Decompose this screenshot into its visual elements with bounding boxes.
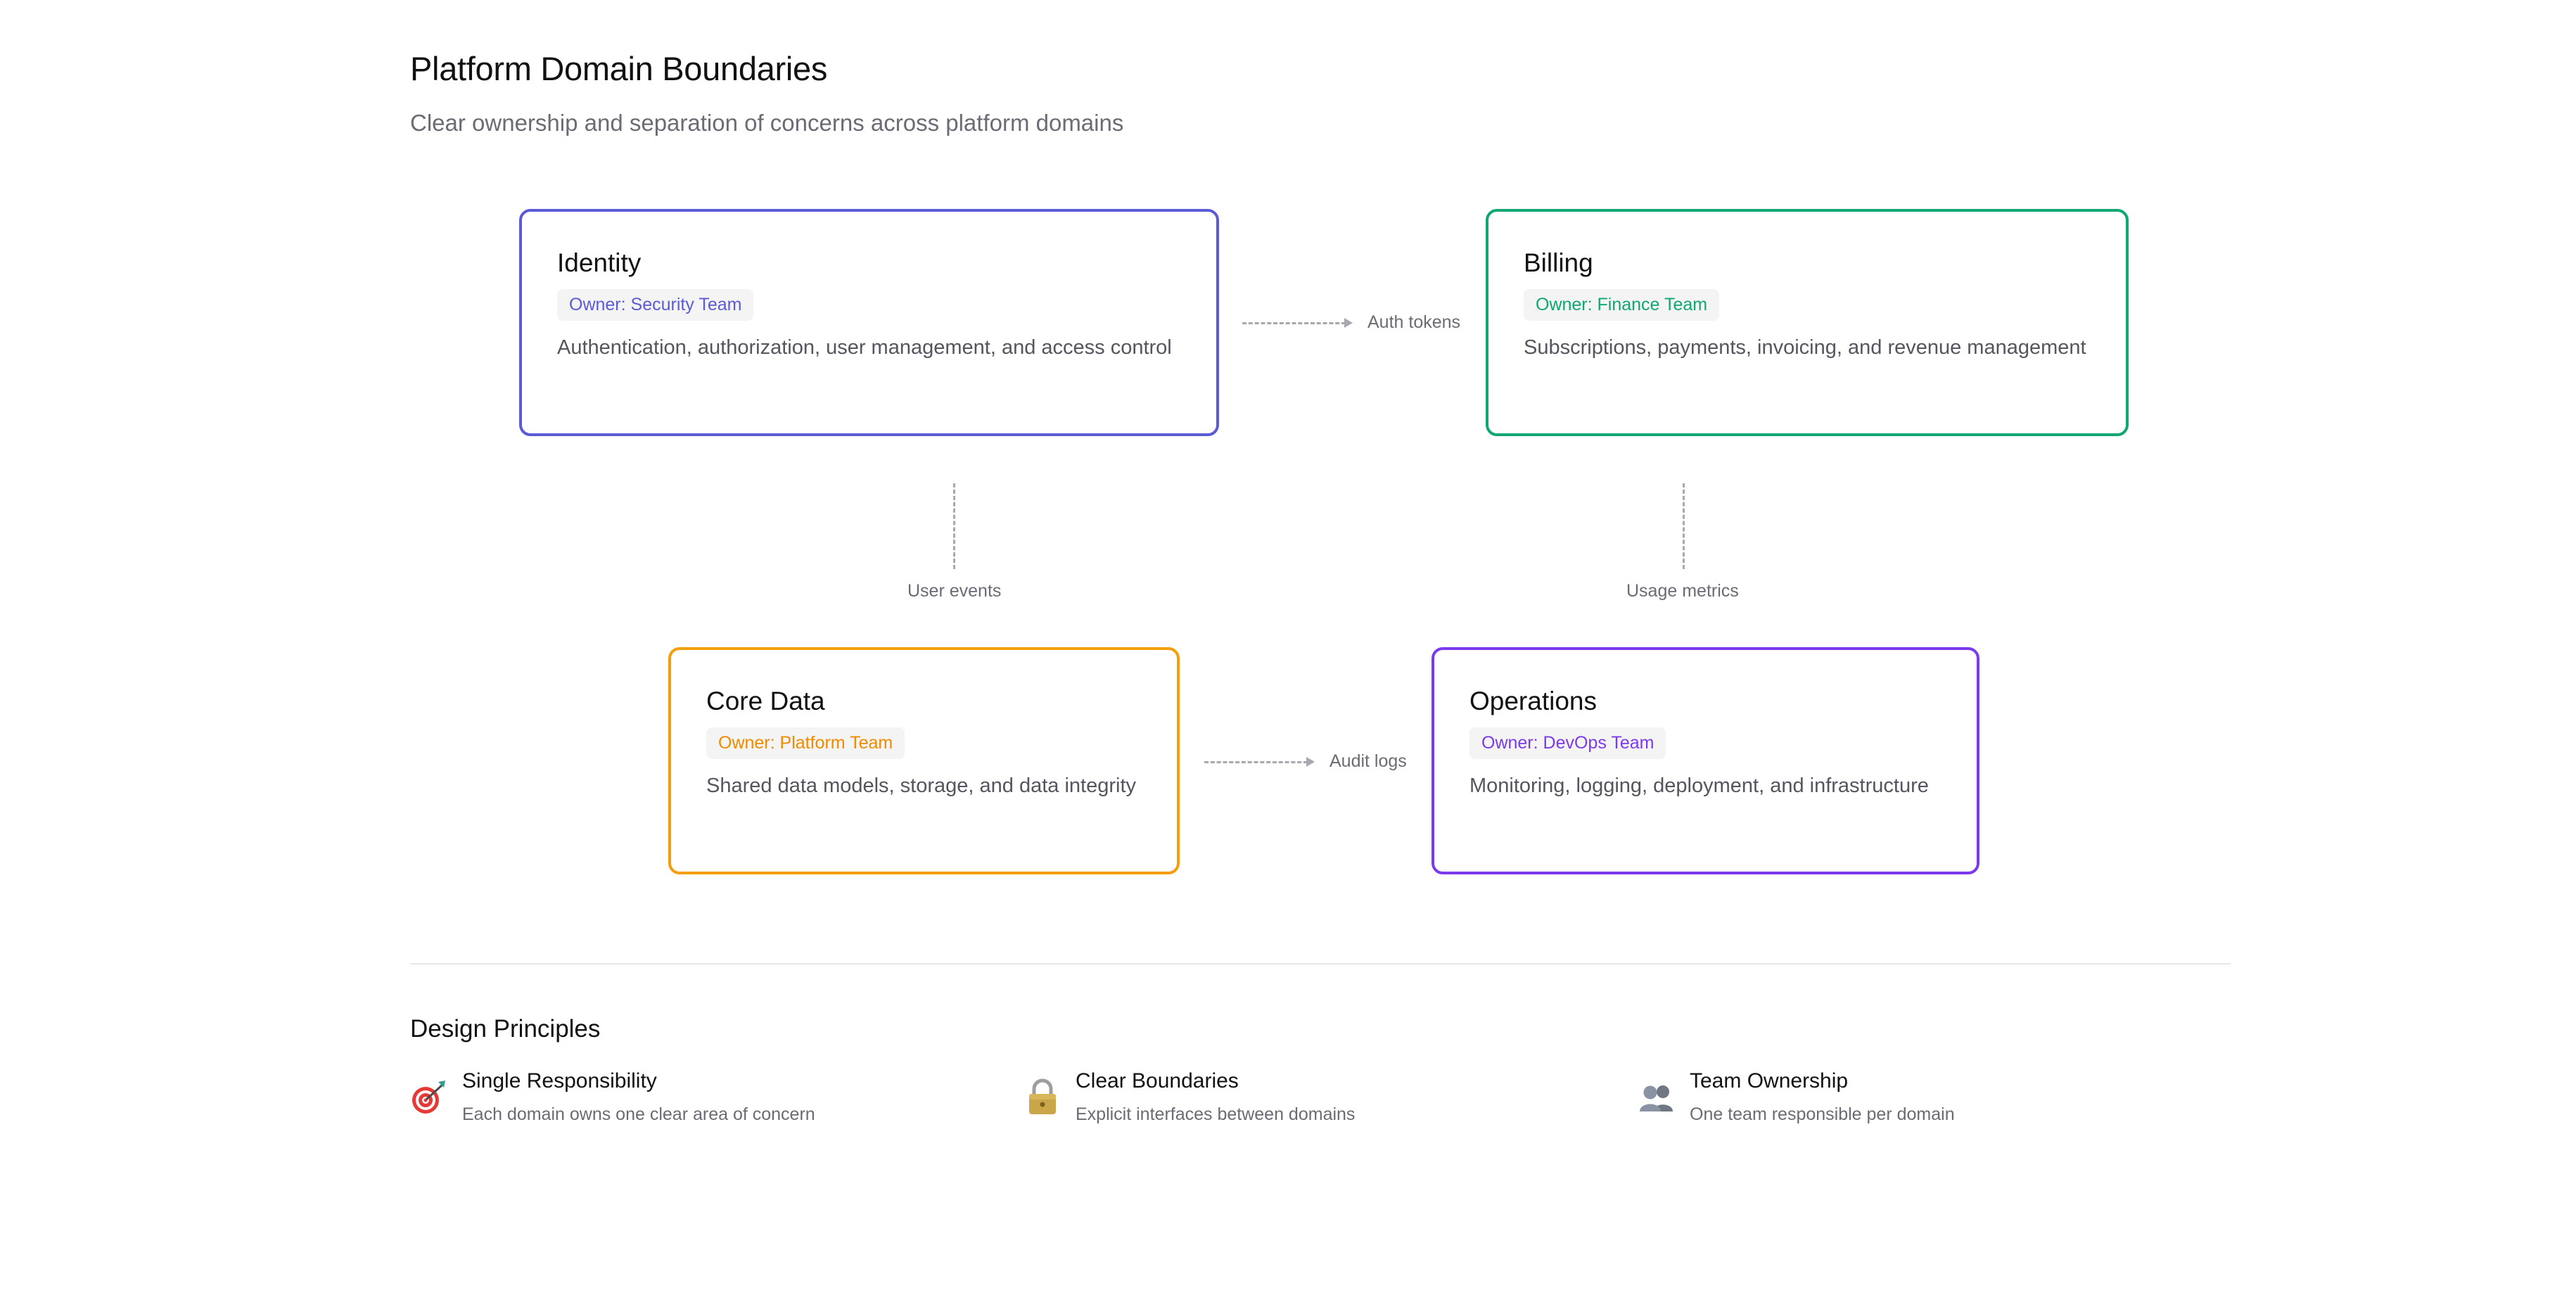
domain-card-billing: Billing Owner: Finance Team Subscription… xyxy=(1486,209,2129,436)
connector-label-audit-logs: Audit logs xyxy=(1330,751,1407,771)
domain-card-core-data: Core Data Owner: Platform Team Shared da… xyxy=(668,647,1180,874)
target-icon xyxy=(410,1078,448,1116)
domain-title: Core Data xyxy=(706,687,825,715)
page: Platform Domain Boundaries Clear ownersh… xyxy=(0,0,2576,1300)
connector-line xyxy=(1242,322,1346,324)
connector-label-usage-metrics: Usage metrics xyxy=(1626,581,1739,601)
connector-label-user-events: User events xyxy=(907,581,1002,601)
principle-title: Single Responsibility xyxy=(462,1069,657,1092)
connector-line xyxy=(1683,483,1685,569)
principle-description: Each domain owns one clear area of conce… xyxy=(462,1104,815,1124)
principle-description: Explicit interfaces between domains xyxy=(1076,1104,1356,1124)
domain-card-identity: Identity Owner: Security Team Authentica… xyxy=(519,209,1219,436)
principle-title: Clear Boundaries xyxy=(1076,1069,1239,1092)
connector-line xyxy=(953,483,955,569)
owner-badge: Owner: Security Team xyxy=(557,289,754,321)
principle-title: Team Ownership xyxy=(1690,1069,1849,1092)
lock-icon xyxy=(1024,1078,1061,1116)
page-title: Platform Domain Boundaries xyxy=(410,50,828,87)
owner-badge: Owner: Finance Team xyxy=(1524,289,1720,321)
domain-title: Billing xyxy=(1524,248,1593,277)
domain-description: Subscriptions, payments, invoicing, and … xyxy=(1524,336,2086,359)
section-divider xyxy=(410,963,2231,964)
principle-description: One team responsible per domain xyxy=(1690,1104,1955,1124)
domain-description: Shared data models, storage, and data in… xyxy=(706,775,1136,797)
page-subtitle: Clear ownership and separation of concer… xyxy=(410,110,1124,136)
users-icon xyxy=(1638,1078,1676,1116)
domain-description: Authentication, authorization, user mana… xyxy=(557,336,1172,359)
owner-badge: Owner: Platform Team xyxy=(706,727,905,759)
connector-label-auth-tokens: Auth tokens xyxy=(1367,312,1461,332)
arrow-right-icon xyxy=(1344,318,1353,328)
owner-badge: Owner: DevOps Team xyxy=(1469,727,1666,759)
connector-line xyxy=(1204,761,1308,763)
arrow-right-icon xyxy=(1306,757,1315,767)
principles-heading: Design Principles xyxy=(410,1015,601,1043)
domain-title: Operations xyxy=(1469,687,1597,715)
domain-title: Identity xyxy=(557,248,642,277)
domain-description: Monitoring, logging, deployment, and inf… xyxy=(1469,775,1929,797)
domain-card-operations: Operations Owner: DevOps Team Monitoring… xyxy=(1432,647,1979,874)
